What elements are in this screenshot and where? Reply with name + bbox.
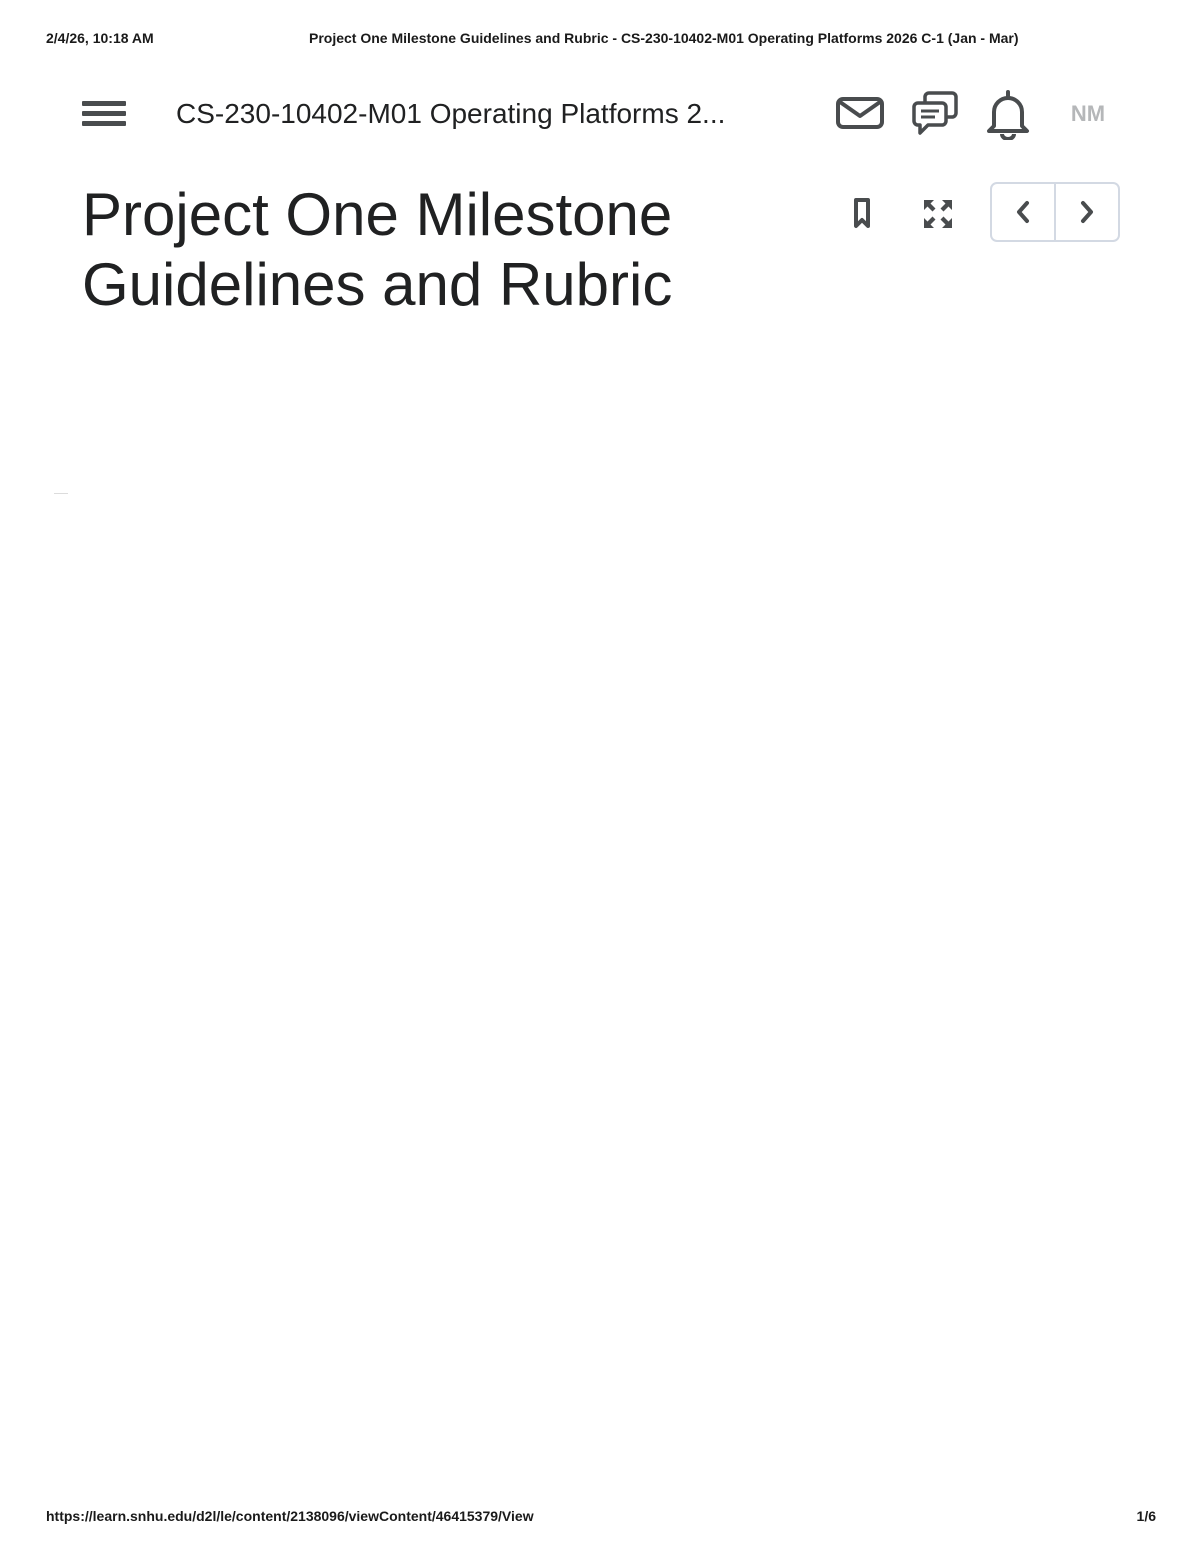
print-datetime: 2/4/26, 10:18 AM — [46, 30, 154, 46]
mail-icon[interactable] — [835, 96, 885, 130]
page-title: Project One Milestone Guidelines and Rub… — [82, 181, 673, 318]
print-url: https://learn.snhu.edu/d2l/le/content/21… — [46, 1508, 534, 1524]
fullscreen-icon[interactable] — [920, 196, 956, 232]
chevron-right-icon — [1081, 201, 1093, 223]
course-title-link[interactable]: CS-230-10402-M01 Operating Platforms 2..… — [176, 96, 786, 132]
hamburger-menu-icon[interactable] — [80, 96, 128, 132]
print-footer: https://learn.snhu.edu/d2l/le/content/21… — [46, 1508, 1156, 1528]
course-navbar: CS-230-10402-M01 Operating Platforms 2..… — [80, 84, 1120, 146]
next-topic-button[interactable] — [1056, 184, 1118, 240]
previous-topic-button[interactable] — [992, 184, 1056, 240]
bookmark-icon[interactable] — [848, 196, 876, 232]
bell-icon[interactable] — [985, 90, 1031, 140]
chat-icon[interactable] — [910, 90, 960, 138]
print-document-title: Project One Milestone Guidelines and Rub… — [309, 30, 1019, 46]
chevron-left-icon — [1017, 201, 1029, 223]
topic-pager — [990, 182, 1120, 242]
divider — [54, 493, 68, 494]
print-page-indicator: 1/6 — [1136, 1508, 1156, 1524]
print-header: 2/4/26, 10:18 AM Project One Milestone G… — [46, 30, 1160, 50]
user-avatar[interactable]: NM — [1058, 98, 1118, 130]
